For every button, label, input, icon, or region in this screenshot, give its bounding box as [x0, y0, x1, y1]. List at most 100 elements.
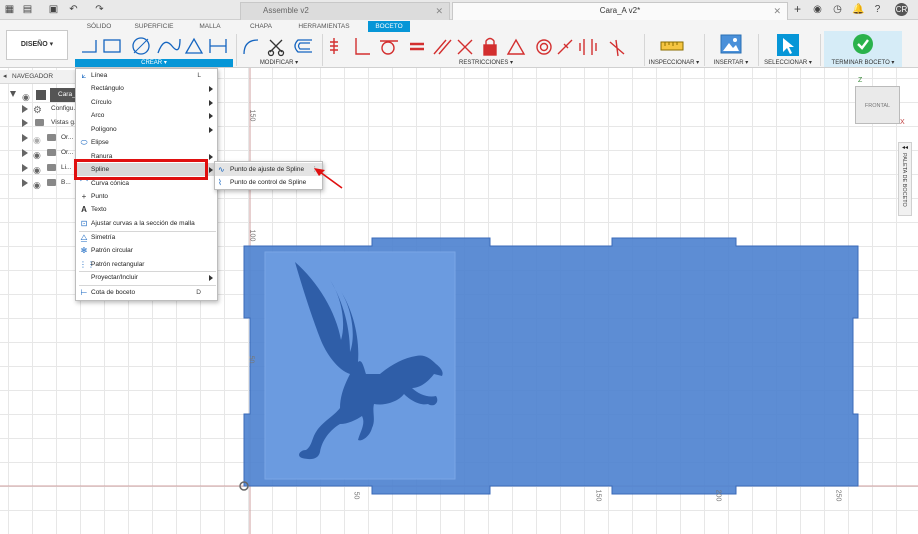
tick-v-100: 100: [248, 229, 256, 242]
redo-icon[interactable]: ↷: [94, 4, 105, 15]
ellipse-icon: ⬭: [80, 138, 88, 147]
jobs-icon[interactable]: ◷: [832, 4, 843, 15]
eye-icon[interactable]: ◉: [33, 148, 41, 162]
tick-h-150: 150: [594, 489, 602, 502]
expand-icon[interactable]: ◂◂: [902, 144, 908, 151]
eye-icon[interactable]: ◉: [33, 163, 41, 177]
menu-item-rectangulo[interactable]: Rectángulo: [76, 82, 217, 95]
nav-item-b[interactable]: ◉ B...: [0, 176, 76, 190]
sketch-palette-tab[interactable]: ◂◂ PALETA DE BOCETO: [898, 142, 912, 216]
menu-item-cota-boceto[interactable]: ⊢ Cota de boceto D: [76, 286, 217, 299]
menu-item-patron-circular[interactable]: ✻ Patrón circular: [76, 244, 217, 257]
tab-herramientas[interactable]: HERRAMIENTAS: [290, 21, 358, 32]
close-icon[interactable]: ✕: [773, 3, 781, 19]
menu-item-punto[interactable]: + Punto: [76, 190, 217, 203]
group-inspeccionar[interactable]: INSPECCIONAR ▾: [646, 59, 702, 67]
menu-item-arco[interactable]: Arco: [76, 109, 217, 122]
tab-superficie[interactable]: SUPERFICIE: [128, 21, 180, 32]
tick-v-150: 150: [248, 109, 256, 122]
menu-item-simetria[interactable]: ⧋ Simetría: [76, 231, 217, 244]
coincident-icon: [330, 38, 338, 54]
tab-cara[interactable]: Cara_A v2* ✕: [452, 2, 788, 20]
viewcube[interactable]: FRONTAL: [855, 86, 900, 124]
eye-icon[interactable]: ◉: [33, 178, 41, 192]
undo-icon[interactable]: ↶: [68, 4, 79, 15]
fillet-icon: [243, 39, 259, 55]
navigator-title: NAVEGADOR: [12, 73, 54, 80]
dimension-tool-icon: [209, 39, 227, 53]
submenu-arrow-icon: [209, 127, 213, 133]
tab-malla[interactable]: MALLA: [188, 21, 232, 32]
help-icon[interactable]: ?: [872, 4, 883, 15]
extensions-icon[interactable]: ◉: [812, 4, 823, 15]
group-insertar[interactable]: INSERTAR ▾: [706, 59, 756, 67]
checkmark-icon: [853, 34, 873, 54]
spline-submenu: ∿ Punto de ajuste de Spline ⋮ ⌇ Punto de…: [214, 161, 323, 190]
user-avatar[interactable]: CR: [895, 3, 908, 16]
nav-item-config[interactable]: ⚙ Configu...: [0, 102, 79, 116]
dimension-icon: ⊢: [80, 288, 88, 297]
navigator-header[interactable]: ◂ NAVEGADOR: [0, 70, 76, 84]
menu-item-circulo[interactable]: Círculo: [76, 96, 217, 109]
app-grid-icon[interactable]: ▦: [4, 4, 15, 15]
horizontal-vertical-icon: [579, 39, 597, 55]
menu-item-proyectar[interactable]: Proyectar/Incluir: [76, 271, 217, 284]
modify-tools: [243, 39, 312, 57]
arc-icon: [157, 38, 181, 54]
measure-icon[interactable]: [660, 36, 684, 56]
menu-item-texto[interactable]: A Texto: [76, 203, 217, 216]
collinear-icon: [457, 39, 473, 55]
folder-icon: [47, 149, 56, 156]
new-tab-icon[interactable]: +: [792, 3, 803, 15]
group-crear[interactable]: CREAR ▾: [75, 59, 233, 67]
menu-item-linea[interactable]: ⟀ Línea L: [76, 69, 217, 82]
close-icon[interactable]: ✕: [435, 3, 443, 19]
highlight-box: [74, 159, 208, 180]
group-seleccionar[interactable]: SELECCIONAR ▾: [760, 59, 816, 67]
menu-item-poligono[interactable]: Polígono: [76, 123, 217, 136]
line-icon: [82, 40, 97, 53]
expand-icon[interactable]: [10, 91, 16, 97]
point-icon: +: [81, 192, 87, 201]
nav-item-origin-2[interactable]: ◉ Or...: [0, 146, 76, 160]
tab-solido[interactable]: SÓLIDO: [78, 21, 120, 32]
workspace-selector[interactable]: DISEÑO ▾: [6, 30, 68, 60]
tab-label: Assemble v2: [263, 6, 309, 15]
line-icon: ⟀: [81, 71, 87, 80]
circular-pattern-icon: ✻: [80, 246, 88, 255]
group-modificar[interactable]: MODIFICAR ▾: [240, 59, 318, 67]
polygon-icon: [184, 37, 204, 54]
tab-assemble[interactable]: Assemble v2 ✕: [240, 2, 450, 20]
viewcube-face-label: FRONTAL: [864, 103, 891, 109]
file-icon[interactable]: ▤: [22, 4, 33, 15]
axis-z-label: Z: [858, 77, 863, 84]
select-icon[interactable]: [776, 33, 800, 57]
insert-image-icon[interactable]: [720, 34, 742, 56]
menu-item-patron-rectangular[interactable]: ⋮⋮ Patrón rectangular: [76, 258, 217, 271]
menu-item-spline-fit-point[interactable]: ∿ Punto de ajuste de Spline ⋮: [215, 163, 322, 176]
group-terminar-boceto[interactable]: TERMINAR BOCETO ▾: [824, 59, 902, 67]
nav-item-views[interactable]: Vistas g...: [0, 116, 79, 130]
collapse-icon[interactable]: ◂: [3, 70, 7, 84]
symmetry-icon: [557, 39, 573, 55]
sketch-palette-label: PALETA DE BOCETO: [901, 153, 907, 207]
nav-item-origin[interactable]: ◉ Or...: [0, 131, 76, 145]
folder-icon: [47, 134, 56, 141]
notifications-icon[interactable]: 🔔: [852, 4, 864, 15]
submenu-arrow-icon: [209, 100, 213, 106]
menu-item-spline-control-point[interactable]: ⌇ Punto de control de Spline: [215, 176, 322, 189]
nav-item-root[interactable]: ◉ Cara_...: [0, 88, 90, 102]
mesh-fit-icon: ⊡: [80, 219, 88, 228]
menu-item-ajustar-curvas[interactable]: ⊡ Ajustar curvas a la sección de malla: [76, 217, 217, 230]
workspace-label: DISEÑO: [20, 41, 48, 48]
component-icon: [36, 90, 46, 100]
tick-v-50: 50: [247, 355, 255, 364]
save-icon[interactable]: ▣: [48, 4, 59, 15]
tick-h-50: 50: [352, 491, 360, 500]
tab-chapa[interactable]: CHAPA: [240, 21, 282, 32]
group-restricciones[interactable]: RESTRICCIONES ▾: [330, 59, 642, 67]
eye-icon[interactable]: ◉: [33, 133, 41, 147]
menu-item-elipse[interactable]: ⬭ Elipse: [76, 136, 217, 149]
tab-boceto[interactable]: BOCETO: [368, 21, 410, 32]
nav-item-li[interactable]: ◉ Li...: [0, 161, 76, 175]
